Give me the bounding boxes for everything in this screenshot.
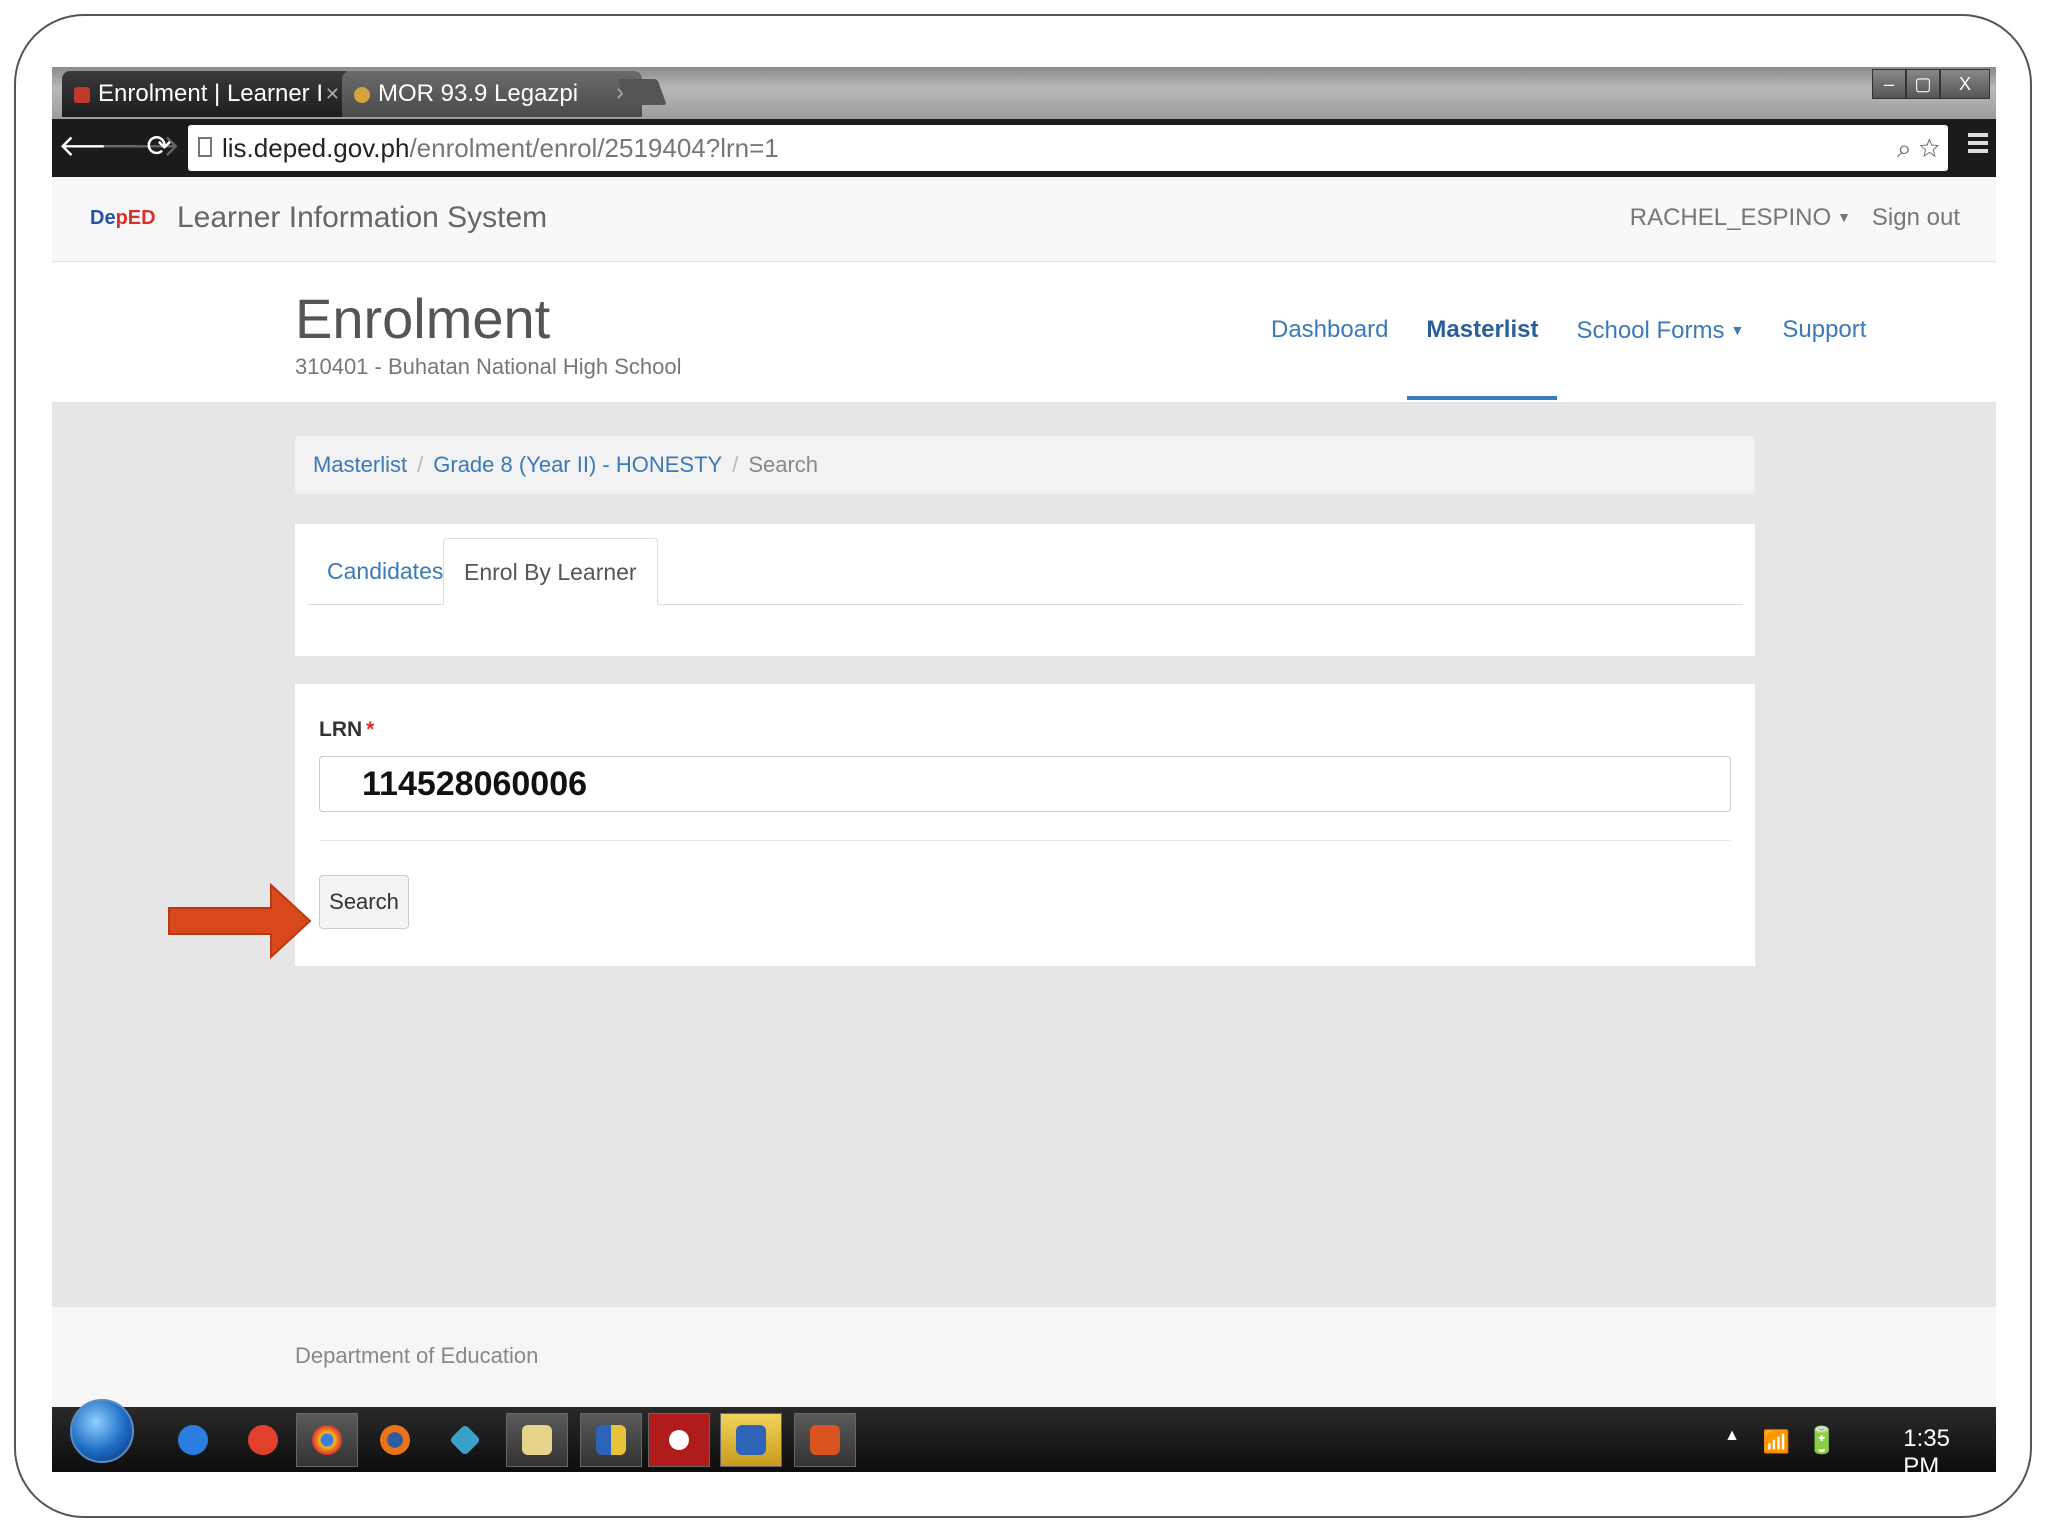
page-title: Enrolment — [295, 287, 551, 350]
breadcrumb-masterlist[interactable]: Masterlist — [313, 452, 407, 477]
reload-icon[interactable]: ⟳ — [142, 129, 176, 165]
breadcrumb: Masterlist / Grade 8 (Year II) - HONESTY / S… — [295, 436, 1755, 494]
browser-tab-strip: Enrolment | Learner I ✕ MOR 93.9 Legazpi… — [52, 67, 1996, 119]
app-diamond-icon[interactable] — [434, 1413, 496, 1467]
battery-icon[interactable]: 🔋 — [1806, 1425, 1838, 1456]
address-bar[interactable]: lis.deped.gov.ph/enrolment/enrol/2519404… — [188, 125, 1948, 171]
zoom-icon[interactable]: ⌕ — [1897, 133, 1912, 163]
screenshot: Enrolment | Learner I ✕ MOR 93.9 Legazpi… — [52, 67, 1996, 1472]
lrn-input[interactable] — [319, 756, 1731, 812]
breadcrumb-current: Search — [748, 452, 819, 477]
tab-title: MOR 93.9 Legazpi — [378, 80, 579, 107]
user-menu[interactable]: RACHEL_ESPINO ▼ — [1630, 204, 1851, 232]
breadcrumb-separator: / — [732, 452, 739, 477]
network-signal-icon[interactable]: 📶 — [1763, 1429, 1790, 1455]
sign-out-link[interactable]: Sign out — [1872, 204, 1960, 232]
nav-dashboard[interactable]: Dashboard — [1252, 300, 1407, 400]
shield-yellow-icon[interactable] — [720, 1413, 782, 1467]
browser-menu-icon[interactable] — [1968, 133, 1988, 157]
search-form: LRN* Search — [295, 684, 1755, 966]
school-subtitle: 310401 - Buhatan National High School — [295, 354, 682, 379]
start-button[interactable] — [70, 1399, 134, 1463]
deped-favicon-icon — [74, 87, 90, 103]
browser-tab-radio[interactable]: MOR 93.9 Legazpi ✕ — [342, 71, 642, 117]
page-footer: Department of Education — [52, 1307, 1996, 1407]
media-player-icon[interactable] — [232, 1413, 294, 1467]
app-header: DepED Learner Information System RACHEL_… — [52, 177, 1996, 262]
windows-taskbar: ▲ 📶 🔋 1:35 PM — [52, 1399, 1996, 1472]
form-divider — [319, 840, 1731, 841]
show-hidden-icons-icon[interactable]: ▲ — [1724, 1427, 1740, 1445]
caret-down-icon: ▼ — [1837, 209, 1851, 225]
required-mark: * — [366, 718, 375, 741]
content-area: Masterlist / Grade 8 (Year II) - HONESTY / S… — [52, 402, 1996, 1307]
minimize-button[interactable]: – — [1872, 69, 1906, 99]
nav-school-forms[interactable]: School Forms ▼ — [1557, 300, 1763, 400]
app-title[interactable]: Learner Information System — [177, 201, 547, 235]
breadcrumb-separator: / — [417, 452, 424, 477]
url-path: /enrolment/enrol/2519404?lrn=1 — [409, 133, 779, 163]
file-explorer-icon[interactable] — [506, 1413, 568, 1467]
breadcrumb-section[interactable]: Grade 8 (Year II) - HONESTY — [433, 452, 722, 477]
tab-enrol-by-learner[interactable]: Enrol By Learner — [443, 538, 658, 605]
close-tab-icon[interactable]: ✕ — [325, 71, 340, 117]
pointer-arrow-icon — [168, 882, 312, 960]
page-icon — [198, 137, 212, 157]
browser-toolbar: 🡐 🡒 ⟳ lis.deped.gov.ph/enrolment/enrol/2… — [52, 119, 1996, 177]
window-controls: – ▢ X — [1872, 69, 1990, 99]
chrome-icon[interactable] — [296, 1413, 358, 1467]
deped-logo[interactable]: DepED — [90, 207, 156, 230]
restore-button[interactable]: ▢ — [1906, 69, 1940, 99]
tabs-row: Candidates Enrol By Learner — [307, 538, 1743, 605]
tab-title: Enrolment | Learner I — [98, 80, 324, 107]
internet-explorer-icon[interactable] — [162, 1413, 224, 1467]
forward-arrow-icon[interactable]: 🡒 — [100, 129, 180, 165]
caret-down-icon: ▼ — [1730, 322, 1745, 338]
tab-candidates[interactable]: Candidates — [307, 538, 463, 604]
acrobat-icon[interactable] — [648, 1413, 710, 1467]
search-button[interactable]: Search — [319, 875, 409, 929]
tabs-panel: Candidates Enrol By Learner — [295, 524, 1755, 656]
bookmark-star-icon[interactable]: ☆ — [1919, 133, 1940, 163]
radio-favicon-icon — [354, 87, 370, 103]
close-window-button[interactable]: X — [1940, 69, 1990, 99]
new-tab-button[interactable] — [617, 79, 667, 105]
footer-text: Department of Education — [295, 1343, 539, 1368]
lrn-label: LRN * — [319, 718, 375, 741]
main-nav: Dashboard Masterlist School Forms ▼ Suppo… — [1252, 300, 1885, 400]
page-header: Enrolment 310401 - Buhatan National High… — [52, 262, 1996, 403]
back-arrow-icon[interactable]: 🡐 — [58, 129, 138, 165]
url-host: lis.deped.gov.ph — [222, 133, 410, 163]
powerpoint-icon[interactable] — [794, 1413, 856, 1467]
nav-support[interactable]: Support — [1763, 300, 1885, 400]
taskbar-clock[interactable]: 1:35 PM — [1903, 1425, 1950, 1472]
omnibox-icons: ⌕ ☆ — [1897, 125, 1940, 171]
firefox-icon[interactable] — [364, 1413, 426, 1467]
nav-masterlist[interactable]: Masterlist — [1407, 300, 1558, 400]
browser-tab-enrolment[interactable]: Enrolment | Learner I ✕ — [62, 71, 352, 117]
security-shield-icon[interactable] — [580, 1413, 642, 1467]
